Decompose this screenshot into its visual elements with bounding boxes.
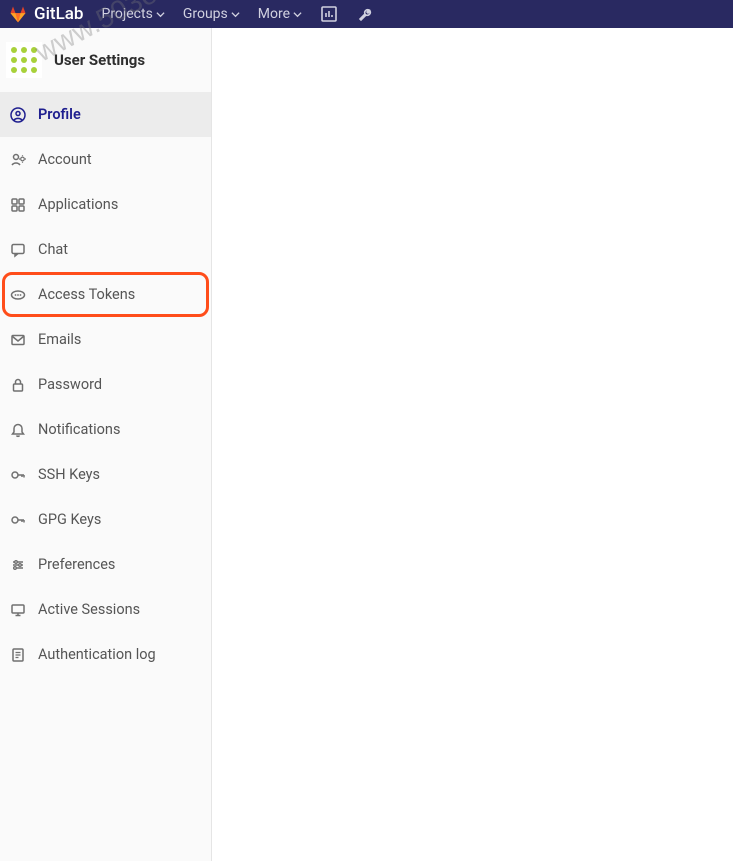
top-nav: Projects Groups More: [101, 5, 374, 23]
sidebar-item-password[interactable]: Password: [0, 362, 211, 407]
sidebar-item-label: Notifications: [38, 421, 120, 438]
sidebar-item-label: Account: [38, 151, 92, 168]
sidebar-item-applications[interactable]: Applications: [0, 182, 211, 227]
active-sessions-icon: [10, 602, 26, 618]
nav-more-label: More: [258, 6, 290, 22]
nav-groups-label: Groups: [183, 6, 228, 22]
gitlab-logo-icon: [8, 4, 28, 24]
nav-projects[interactable]: Projects: [101, 6, 164, 22]
profile-icon: [10, 107, 26, 123]
sidebar-item-label: Password: [38, 376, 102, 393]
ssh-keys-icon: [10, 467, 26, 483]
sidebar-item-active-sessions[interactable]: Active Sessions: [0, 587, 211, 632]
chevron-down-icon: [293, 10, 302, 19]
sidebar-item-label: Emails: [38, 331, 81, 348]
preferences-icon: [10, 557, 26, 573]
nav-projects-label: Projects: [101, 6, 152, 22]
main-content: [212, 28, 733, 861]
chat-icon: [10, 242, 26, 258]
sidebar-item-label: Chat: [38, 241, 68, 258]
authentication-log-icon: [10, 647, 26, 663]
sidebar-item-chat[interactable]: Chat: [0, 227, 211, 272]
activity-chart-icon[interactable]: [320, 5, 338, 23]
sidebar-item-label: Profile: [38, 106, 81, 123]
sidebar-item-label: Preferences: [38, 556, 115, 573]
sidebar-item-preferences[interactable]: Preferences: [0, 542, 211, 587]
sidebar-item-label: Access Tokens: [38, 286, 135, 303]
sidebar-item-profile[interactable]: Profile: [0, 92, 211, 137]
gpg-keys-icon: [10, 512, 26, 528]
sidebar-item-emails[interactable]: Emails: [0, 317, 211, 362]
sidebar: User Settings Profile Account Applications…: [0, 28, 212, 861]
sidebar-item-account[interactable]: Account: [0, 137, 211, 182]
brand[interactable]: GitLab: [8, 4, 83, 24]
chevron-down-icon: [156, 10, 165, 19]
user-avatar: [6, 42, 42, 78]
nav-more[interactable]: More: [258, 6, 302, 22]
sidebar-item-ssh-keys[interactable]: SSH Keys: [0, 452, 211, 497]
emails-icon: [10, 332, 26, 348]
brand-name: GitLab: [34, 4, 83, 24]
sidebar-item-label: SSH Keys: [38, 466, 100, 483]
chevron-down-icon: [231, 10, 240, 19]
sidebar-item-label: Applications: [38, 196, 118, 213]
sidebar-item-notifications[interactable]: Notifications: [0, 407, 211, 452]
sidebar-item-access-tokens[interactable]: Access Tokens: [2, 272, 209, 317]
sidebar-item-label: GPG Keys: [38, 511, 101, 528]
sidebar-item-authentication-log[interactable]: Authentication log: [0, 632, 211, 677]
sidebar-menu: Profile Account Applications Chat Access Tok…: [0, 92, 211, 677]
admin-wrench-icon[interactable]: [356, 5, 374, 23]
sidebar-title: User Settings: [54, 51, 145, 69]
access-tokens-icon: [10, 287, 26, 303]
sidebar-header: User Settings: [0, 28, 211, 92]
applications-icon: [10, 197, 26, 213]
sidebar-item-label: Active Sessions: [38, 601, 140, 618]
notifications-icon: [10, 422, 26, 438]
account-icon: [10, 152, 26, 168]
sidebar-item-label: Authentication log: [38, 646, 156, 663]
password-icon: [10, 377, 26, 393]
nav-groups[interactable]: Groups: [183, 6, 240, 22]
sidebar-item-gpg-keys[interactable]: GPG Keys: [0, 497, 211, 542]
topbar: GitLab Projects Groups More: [0, 0, 733, 28]
